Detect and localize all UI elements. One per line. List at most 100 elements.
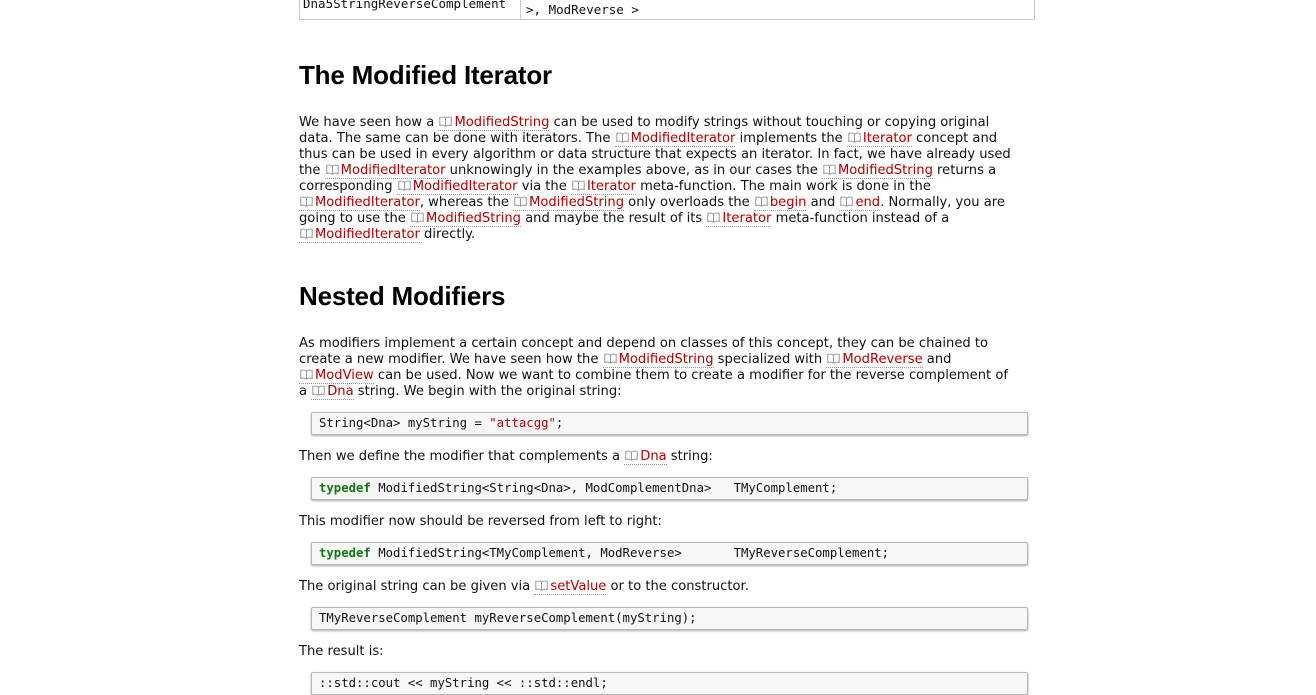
book-icon xyxy=(325,164,339,175)
code-table-row: Dna5StringReverseComplement >, ModRevers… xyxy=(299,0,1035,20)
book-icon xyxy=(439,116,453,127)
book-icon xyxy=(572,180,585,191)
text-run: data. The same can be done with iterator… xyxy=(299,131,615,146)
book-icon xyxy=(300,228,313,239)
text-run: can be used to modify strings without to… xyxy=(549,115,990,130)
reference-link[interactable]: ModifiedString xyxy=(438,115,550,131)
text-run: . Normally, you are xyxy=(880,195,1005,210)
text-line: ModView can be used. Now we want to comb… xyxy=(299,368,1039,384)
text-line: thus can be used in every algorithm or d… xyxy=(299,147,1039,163)
code-string-literal: "attacgg" xyxy=(489,416,556,430)
reference-link[interactable]: ModifiedString xyxy=(513,195,625,211)
reference-link[interactable]: Iterator xyxy=(846,131,912,147)
paragraph-reverse: This modifier now should be reversed fro… xyxy=(299,514,1039,530)
reference-link-label: end xyxy=(855,195,881,210)
reference-link[interactable]: ModifiedIterator xyxy=(614,131,736,147)
reference-link[interactable]: ModifiedIterator xyxy=(299,195,420,211)
reference-link-label: ModReverse xyxy=(842,352,923,367)
text-run: , whereas the xyxy=(419,195,514,210)
book-icon xyxy=(411,212,424,223)
paragraph-modified-iterator: We have seen how a ModifiedString can be… xyxy=(299,115,1039,243)
code-plain: String<Dna> myString = xyxy=(319,416,490,430)
book-icon xyxy=(823,164,836,175)
paragraph-result: The result is: xyxy=(299,644,1039,660)
reference-link[interactable]: setValue xyxy=(534,579,607,595)
text-run: The result is: xyxy=(299,644,384,659)
book-icon xyxy=(300,369,313,380)
book-icon xyxy=(615,132,629,143)
reference-link[interactable]: Iterator xyxy=(570,179,636,195)
text-run: This modifier now should be reversed fro… xyxy=(299,514,662,529)
text-run: via the xyxy=(517,179,571,194)
reference-link-label: ModifiedIterator xyxy=(630,131,736,146)
reference-link-label: ModifiedIterator xyxy=(315,227,420,242)
reference-link[interactable]: Iterator xyxy=(706,211,772,227)
text-run: returns a xyxy=(932,163,997,178)
text-line: ModifiedIterator directly. xyxy=(299,227,1039,243)
reference-link-label: Iterator xyxy=(862,131,912,146)
reference-link[interactable]: ModifiedString xyxy=(821,163,933,179)
paragraph-define-complement: Then we define the modifier that complem… xyxy=(299,449,1039,465)
paragraph-nested-modifiers-intro: As modifiers implement a certain concept… xyxy=(299,336,1039,400)
code-plain: ModifiedString<TMyComplement, ModReverse… xyxy=(370,546,890,560)
reference-link-label: begin xyxy=(769,195,807,210)
text-run: implements the xyxy=(735,131,847,146)
text-run: meta-function instead of a xyxy=(771,211,950,226)
reference-link[interactable]: end xyxy=(839,195,881,211)
reference-link[interactable]: ModifiedString xyxy=(410,211,521,227)
text-run: unknowingly in the examples above, as in… xyxy=(445,163,822,178)
book-icon xyxy=(848,132,861,143)
table-cell-name-text: Dna5StringReverseComplement xyxy=(303,0,507,11)
code-block-typedef-complement: typedef ModifiedString<String<Dna>, ModC… xyxy=(311,477,1028,500)
book-icon xyxy=(755,196,768,207)
text-line: the ModifiedIterator unknowingly in the … xyxy=(299,163,1039,179)
reference-link[interactable]: ModView xyxy=(299,368,374,384)
book-icon xyxy=(625,450,638,461)
code-block-typedef-reverse-complement: typedef ModifiedString<TMyComplement, Mo… xyxy=(311,542,1028,565)
text-run: We have seen how a xyxy=(299,115,439,130)
book-icon xyxy=(840,196,854,207)
heading-nested-modifiers: Nested Modifiers xyxy=(299,281,506,311)
code-block-constructor: TMyReverseComplement myReverseComplement… xyxy=(311,607,1028,630)
text-line: As modifiers implement a certain concept… xyxy=(299,336,1039,352)
reference-link-label: Iterator xyxy=(722,211,772,226)
reference-link-label: ModifiedIterator xyxy=(315,195,420,210)
reference-link[interactable]: Dna xyxy=(311,384,354,400)
text-run: directly. xyxy=(419,227,476,242)
table-cell-code: >, ModReverse > xyxy=(526,2,639,17)
reference-link[interactable]: ModifiedIterator xyxy=(396,179,518,195)
text-run: The original string can be given via xyxy=(299,579,535,594)
reference-link-label: ModifiedIterator xyxy=(412,179,518,194)
reference-link-label: Dna xyxy=(327,384,354,399)
reference-link[interactable]: Dna xyxy=(624,449,667,465)
reference-link-label: ModifiedString xyxy=(529,195,625,210)
text-line: The result is: xyxy=(299,644,1039,660)
text-run: a xyxy=(299,384,312,399)
reference-link-label: Dna xyxy=(640,449,667,464)
text-line: We have seen how a ModifiedString can be… xyxy=(299,115,1039,131)
text-run: specialized with xyxy=(713,352,827,367)
text-run: create a new modifier. We have seen how … xyxy=(299,352,603,367)
text-line: create a new modifier. We have seen how … xyxy=(299,352,1039,368)
reference-link-label: ModifiedIterator xyxy=(340,163,446,178)
text-run: and maybe the result of its xyxy=(520,211,707,226)
text-line: a Dna string. We begin with the original… xyxy=(299,384,1039,400)
text-run: thus can be used in every algorithm or d… xyxy=(299,147,1011,162)
text-line: The original string can be given via set… xyxy=(299,579,1039,595)
paragraph-set-value: The original string can be given via set… xyxy=(299,579,1039,595)
book-icon xyxy=(397,180,411,191)
reference-link[interactable]: ModifiedIterator xyxy=(324,163,446,179)
reference-link-label: ModifiedString xyxy=(837,163,933,178)
reference-link-label: setValue xyxy=(550,579,607,594)
text-run: and xyxy=(806,195,840,210)
reference-link[interactable]: ModifiedIterator xyxy=(299,227,420,243)
text-run: or to the constructor. xyxy=(606,579,749,594)
reference-link[interactable]: ModifiedString xyxy=(602,352,714,368)
code-plain: ModifiedString<String<Dna>, ModComplemen… xyxy=(370,481,838,495)
reference-link[interactable]: begin xyxy=(753,195,807,211)
code-block-string-declaration: String<Dna> myString = "attacgg"; xyxy=(311,412,1028,435)
book-icon xyxy=(603,353,617,364)
text-run: concept and xyxy=(911,131,998,146)
book-icon xyxy=(514,196,527,207)
reference-link[interactable]: ModReverse xyxy=(826,352,923,368)
